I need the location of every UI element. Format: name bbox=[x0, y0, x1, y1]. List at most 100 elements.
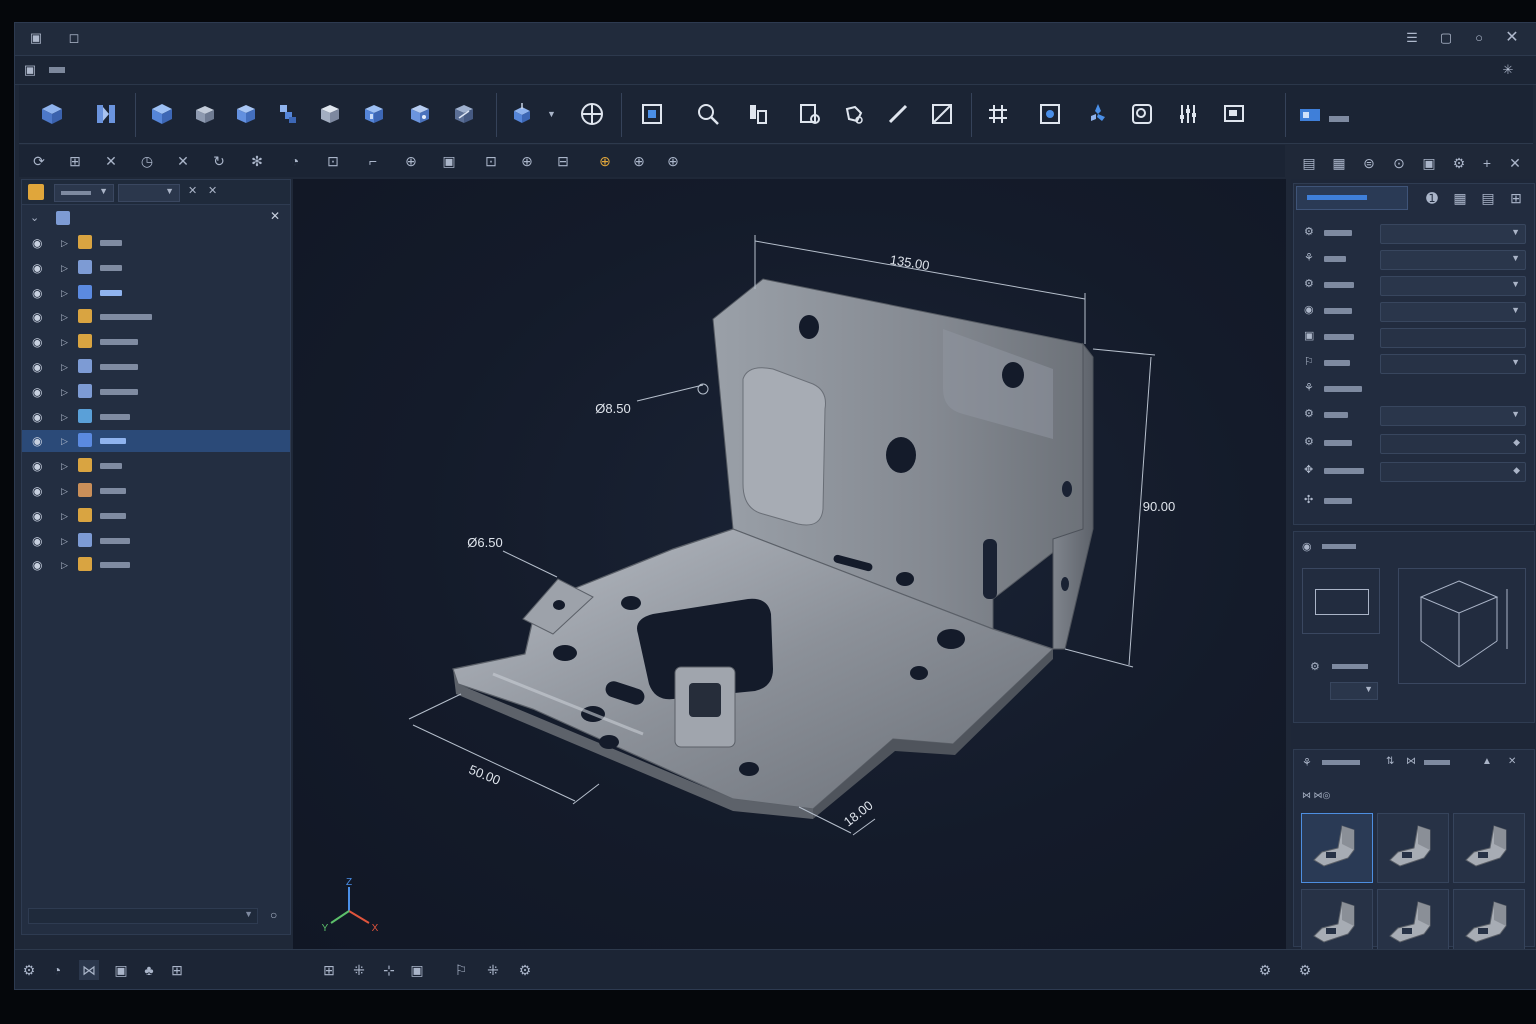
relief-field[interactable]: ▼ bbox=[1380, 354, 1526, 374]
pivot-icon[interactable]: ⊕ bbox=[629, 151, 649, 171]
panel-lock-icon[interactable]: ⊙ bbox=[1389, 153, 1409, 173]
property-row-color[interactable]: ⚙ ◆ bbox=[1300, 432, 1530, 454]
inspect-icon[interactable] bbox=[1127, 99, 1157, 129]
view-frame-icon[interactable]: ▣ bbox=[407, 960, 427, 980]
cross-icon[interactable]: ✕ bbox=[173, 151, 193, 171]
visibility-eye-icon[interactable]: ◉ bbox=[32, 410, 48, 424]
expand-arrow-icon[interactable]: ▷ bbox=[61, 435, 71, 447]
radius-field[interactable]: ▼ bbox=[1380, 302, 1526, 322]
measure-icon[interactable] bbox=[743, 99, 773, 129]
dimension-width[interactable]: 135.00 bbox=[889, 252, 931, 273]
expand-arrow-icon[interactable]: ▷ bbox=[61, 535, 71, 547]
crosshair-icon[interactable]: ⊕ bbox=[663, 151, 683, 171]
property-row-k-factor[interactable]: ▣ bbox=[1300, 326, 1530, 348]
pattern-icon[interactable] bbox=[507, 99, 537, 129]
3d-viewport[interactable]: 135.00 90.00 50.00 18.00 Ø8.50 Ø6.50 Z X… bbox=[293, 179, 1286, 949]
panel-options-icon[interactable]: ⚙ bbox=[1295, 960, 1315, 980]
extrude-icon[interactable] bbox=[190, 99, 220, 129]
rotate-icon[interactable] bbox=[839, 99, 869, 129]
render-icon[interactable] bbox=[1035, 99, 1065, 129]
panel-image-icon[interactable]: ▣ bbox=[1419, 153, 1439, 173]
expand-arrow-icon[interactable]: ▷ bbox=[61, 485, 71, 497]
configs-up-icon[interactable]: ▲ bbox=[1482, 756, 1492, 767]
sketch-icon[interactable] bbox=[927, 99, 957, 129]
save-icon[interactable]: ◻ bbox=[67, 31, 81, 45]
chamfer-icon[interactable] bbox=[449, 99, 479, 129]
corner-icon[interactable]: ⌐ bbox=[363, 151, 383, 171]
property-row-finish[interactable]: ⚙ ▼ bbox=[1300, 404, 1530, 426]
side-hole-1[interactable] bbox=[1062, 481, 1072, 497]
property-tab-active[interactable] bbox=[1296, 186, 1408, 210]
expand-arrow-icon[interactable]: ▷ bbox=[61, 262, 71, 274]
config-thumbnail-1[interactable] bbox=[1301, 813, 1373, 883]
visibility-eye-icon[interactable]: ◉ bbox=[32, 484, 48, 498]
thickness-field[interactable]: ▼ bbox=[1380, 250, 1526, 270]
property-paste-icon[interactable]: ▤ bbox=[1478, 188, 1498, 208]
expand-arrow-icon[interactable]: ▷ bbox=[61, 510, 71, 522]
workspace-icon[interactable] bbox=[1295, 99, 1325, 129]
tree-row-feature-pattern[interactable]: ◉ ▷ bbox=[22, 430, 290, 453]
center-icon[interactable]: ⊕ bbox=[595, 151, 615, 171]
configs-nav-icon[interactable]: ⋈ ⋈◎ bbox=[1302, 790, 1330, 801]
view-cube-icon[interactable]: ▣ bbox=[439, 151, 459, 171]
side-slot[interactable] bbox=[983, 539, 997, 599]
box-icon[interactable] bbox=[147, 99, 177, 129]
units-stepper[interactable] bbox=[1380, 380, 1526, 400]
material-field[interactable]: ▼ bbox=[1380, 224, 1526, 244]
visibility-eye-icon[interactable]: ◉ bbox=[32, 509, 48, 523]
expand-arrow-icon[interactable]: ▷ bbox=[61, 311, 71, 323]
close-tree-icon[interactable]: ✕ bbox=[270, 209, 280, 223]
box-select-icon[interactable]: ⊞ bbox=[65, 151, 85, 171]
bottom-settings-icon[interactable]: ⚙ bbox=[19, 960, 39, 980]
expand-arrow-icon[interactable]: ▷ bbox=[61, 237, 71, 249]
front-view-icon[interactable]: ⊡ bbox=[481, 151, 501, 171]
menu-icon[interactable]: ▣ bbox=[23, 63, 37, 77]
visibility-eye-icon[interactable]: ◉ bbox=[32, 434, 48, 448]
tree-row-feature-cut[interactable]: ◉ ▷ bbox=[22, 331, 290, 353]
side-hole-2[interactable] bbox=[1061, 577, 1069, 591]
viewport-settings-icon[interactable]: ⚙ bbox=[1255, 960, 1275, 980]
timer-icon[interactable]: ◷ bbox=[137, 151, 157, 171]
bottom-history-icon[interactable]: ◔ bbox=[47, 960, 67, 980]
property-row-bend[interactable]: ⚙ ▼ bbox=[1300, 274, 1530, 296]
visibility-eye-icon[interactable]: ◉ bbox=[32, 534, 48, 548]
tree-row-feature-tab[interactable]: ◉ ▷ bbox=[22, 480, 290, 502]
tree-row-feature-bend[interactable]: ◉ ▷ bbox=[22, 306, 290, 328]
tree-row-feature-sketch[interactable]: ◉ ▷ bbox=[22, 232, 290, 254]
tree-root[interactable]: ⌄ ✕ bbox=[22, 206, 290, 230]
visibility-eye-icon[interactable]: ◉ bbox=[32, 385, 48, 399]
workspace-label[interactable] bbox=[1329, 116, 1349, 122]
front-view-preview[interactable] bbox=[1302, 568, 1380, 634]
property-row-thickness[interactable]: ⚘ ▼ bbox=[1300, 248, 1530, 270]
part-icon[interactable] bbox=[37, 99, 67, 129]
visibility-eye-icon[interactable]: ◉ bbox=[32, 558, 48, 572]
wall-hole-2[interactable] bbox=[1002, 362, 1024, 388]
dimension-hole-small[interactable]: Ø6.50 bbox=[467, 535, 502, 550]
restore-panels-icon[interactable]: ☰ bbox=[1405, 31, 1419, 45]
expand-root-icon[interactable]: ⌄ bbox=[30, 211, 39, 224]
bottom-filter-icon[interactable]: ⊞ bbox=[167, 960, 187, 980]
zoom-icon[interactable] bbox=[693, 99, 723, 129]
tree-row-feature-emboss[interactable]: ◉ ▷ bbox=[22, 406, 290, 428]
explode-icon[interactable] bbox=[1083, 99, 1113, 129]
visibility-eye-icon[interactable]: ◉ bbox=[32, 459, 48, 473]
view-snap-icon[interactable]: ⚐ bbox=[451, 960, 471, 980]
tree-search-input[interactable]: ▼ bbox=[28, 908, 258, 924]
property-row-units[interactable]: ⚘ bbox=[1300, 378, 1530, 400]
bottom-tree-icon[interactable]: ♣ bbox=[139, 960, 159, 980]
collapse-all-icon[interactable]: ✕ bbox=[208, 184, 217, 197]
display-icon[interactable] bbox=[1219, 99, 1249, 129]
view-single-icon[interactable]: ⊞ bbox=[319, 960, 339, 980]
menu-label[interactable] bbox=[49, 67, 65, 73]
property-row-appearance[interactable]: ✥ ◆ bbox=[1300, 460, 1530, 482]
sweep-icon[interactable] bbox=[273, 99, 303, 129]
expand-arrow-icon[interactable]: ▷ bbox=[61, 287, 71, 299]
close-icon[interactable]: ✕ bbox=[1505, 30, 1519, 46]
panel-print-icon[interactable]: ▤ bbox=[1299, 153, 1319, 173]
trim-icon[interactable]: ✕ bbox=[101, 151, 121, 171]
wall-hole-1[interactable] bbox=[799, 315, 819, 339]
view-split-icon[interactable]: ⁜ bbox=[349, 960, 369, 980]
visibility-eye-icon[interactable]: ◉ bbox=[32, 335, 48, 349]
config-dropdown[interactable]: ▼ bbox=[118, 184, 180, 202]
move-icon[interactable] bbox=[577, 99, 607, 129]
